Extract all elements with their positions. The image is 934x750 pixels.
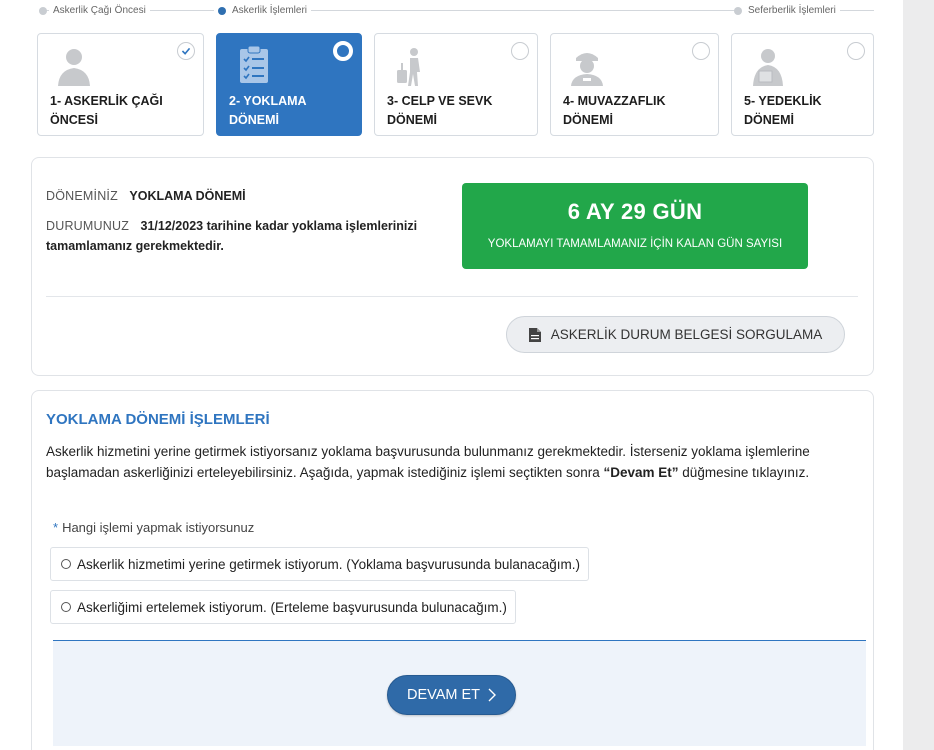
step-card-celp-ve-sevk[interactable]: 3- CELP VE SEVK DÖNEMİ bbox=[374, 33, 538, 136]
period-value: YOKLAMA DÖNEMİ bbox=[129, 189, 246, 203]
step-title: 4- MUVAZZAFLIK DÖNEMİ bbox=[563, 94, 666, 127]
panel-divider bbox=[46, 296, 858, 297]
continue-label: DEVAM ET bbox=[406, 687, 481, 703]
page-scroll-gutter bbox=[903, 0, 934, 750]
person-silhouette-icon bbox=[58, 49, 90, 86]
military-status-document-query-button[interactable]: ASKERLİK DURUM BELGESİ SORGULAMA bbox=[506, 316, 845, 353]
radio-button[interactable] bbox=[61, 602, 71, 612]
stage-label-seferberlik: Seferberlik İşlemleri bbox=[744, 5, 840, 17]
chevron-right-icon bbox=[488, 688, 497, 702]
reservist-icon bbox=[753, 49, 783, 86]
step-card-yoklama-donemi[interactable]: 2- YOKLAMA DÖNEMİ bbox=[216, 33, 362, 136]
stage-dot-askerlik-cagi bbox=[39, 7, 47, 15]
status-row: DURUMUNUZ 31/12/2023 tarihine kadar yokl… bbox=[46, 216, 451, 256]
pending-radio-icon bbox=[511, 42, 529, 60]
active-radio-icon bbox=[333, 41, 353, 61]
stage-dot-askerlik-islemleri bbox=[218, 7, 226, 15]
action-area: DEVAM ET bbox=[53, 640, 866, 746]
stage-label-askerlik-islemleri: Askerlik İşlemleri bbox=[228, 5, 312, 17]
option-label: Askerliğimi ertelemek istiyorum. (Ertele… bbox=[77, 599, 507, 615]
status-key: DURUMUNUZ bbox=[46, 219, 130, 233]
stage-label-askerlik-cagi: Askerlik Çağı Öncesi bbox=[49, 5, 150, 17]
document-icon bbox=[528, 327, 541, 342]
step-card-yedeklik[interactable]: 5- YEDEKLİK DÖNEMİ bbox=[731, 33, 874, 136]
remaining-time-caption: YOKLAMAYI TAMAMLAMANIZ İÇİN KALAN GÜN SA… bbox=[487, 238, 783, 250]
status-value-line1: 31/12/2023 tarihine kadar yoklama işleml… bbox=[140, 219, 418, 233]
operations-title: YOKLAMA DÖNEMİ İŞLEMLERİ bbox=[46, 411, 270, 428]
required-marker: * bbox=[53, 520, 59, 535]
soldier-icon bbox=[571, 53, 603, 86]
continue-button[interactable]: DEVAM ET bbox=[387, 675, 516, 715]
step-title: 1- ASKERLİK ÇAĞI ÖNCESİ bbox=[50, 94, 163, 127]
clipboard-checklist-icon bbox=[240, 45, 268, 83]
remaining-time-box: 6 AY 29 GÜN YOKLAMAYI TAMAMLAMANIZ İÇİN … bbox=[462, 183, 808, 269]
process-progress-line: Askerlik Çağı Öncesi Askerlik İşlemleri … bbox=[0, 0, 903, 24]
query-button-label: ASKERLİK DURUM BELGESİ SORGULAMA bbox=[550, 327, 823, 342]
option-perform-service[interactable]: Askerlik hizmetimi yerine getirmek istiy… bbox=[50, 547, 589, 581]
radio-button[interactable] bbox=[61, 559, 71, 569]
status-value-line2: tamamlamanız gerekmektedir. bbox=[46, 239, 224, 253]
pending-radio-icon bbox=[692, 42, 710, 60]
period-row: DÖNEMİNİZ YOKLAMA DÖNEMİ bbox=[46, 186, 246, 206]
remaining-time-value: 6 AY 29 GÜN bbox=[567, 199, 703, 224]
step-title: 3- CELP VE SEVK DÖNEMİ bbox=[387, 94, 493, 127]
step-title: 2- YOKLAMA DÖNEMİ bbox=[229, 94, 307, 127]
question-label: * Hangi işlemi yapmak istiyorsunuz bbox=[53, 520, 255, 535]
option-postpone-service[interactable]: Askerliğimi ertelemek istiyorum. (Ertele… bbox=[50, 590, 516, 624]
step-title: 5- YEDEKLİK DÖNEMİ bbox=[744, 94, 822, 127]
step-card-askerlik-cagi-oncesi[interactable]: 1- ASKERLİK ÇAĞI ÖNCESİ bbox=[37, 33, 204, 136]
completed-check-icon bbox=[177, 42, 195, 60]
option-label: Askerlik hizmetimi yerine getirmek istiy… bbox=[77, 556, 580, 572]
step-card-muvazzaflik[interactable]: 4- MUVAZZAFLIK DÖNEMİ bbox=[550, 33, 719, 136]
traveler-suitcase-icon bbox=[397, 48, 420, 86]
stage-dot-seferberlik bbox=[734, 7, 742, 15]
period-key: DÖNEMİNİZ bbox=[46, 189, 118, 203]
operations-description: Askerlik hizmetini yerine getirmek istiy… bbox=[46, 444, 810, 480]
pending-radio-icon bbox=[847, 42, 865, 60]
